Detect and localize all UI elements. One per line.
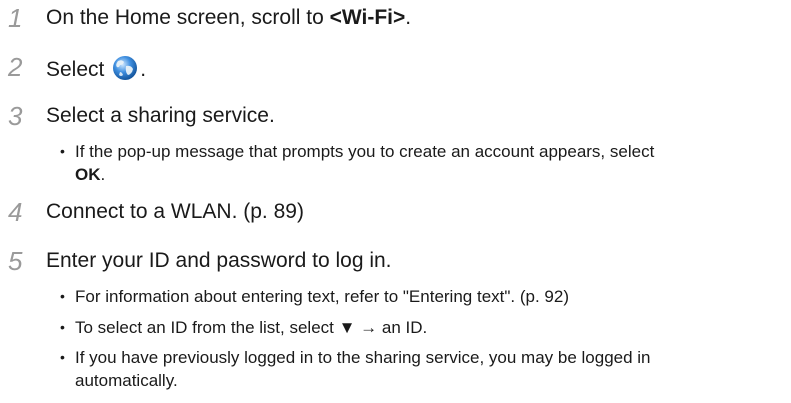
bullet-dot: •: [60, 319, 65, 335]
step-text: On the Home screen, scroll to <Wi-Fi>.: [46, 6, 412, 29]
bullet-dot: •: [60, 288, 65, 304]
bullet-dot: •: [60, 143, 65, 159]
globe-icon: [111, 55, 139, 87]
step-number: 5: [8, 246, 23, 276]
bullet-dot: •: [60, 349, 65, 365]
step-text: Enter your ID and password to log in.: [46, 249, 392, 272]
dropdown-arrow-icon: ▼: [338, 318, 356, 337]
bullet-item: • For information about entering text, r…: [60, 287, 569, 306]
ok-button-label: OK: [75, 165, 101, 184]
step-text: Connect to a WLAN. (p. 89): [46, 200, 304, 223]
step-number: 2: [8, 52, 23, 82]
step-number: 3: [8, 101, 23, 131]
wifi-menu-label: <Wi-Fi>: [329, 6, 406, 29]
step-text: Select .: [46, 55, 146, 87]
bullet-item: • If the pop-up message that prompts you…: [60, 142, 655, 184]
step-number: 1: [8, 3, 23, 33]
bullet-item: • If you have previously logged in to th…: [60, 348, 651, 390]
step-number: 4: [8, 197, 23, 227]
bullet-item: • To select an ID from the list, select …: [60, 318, 428, 337]
step-text: Select a sharing service.: [46, 104, 275, 127]
